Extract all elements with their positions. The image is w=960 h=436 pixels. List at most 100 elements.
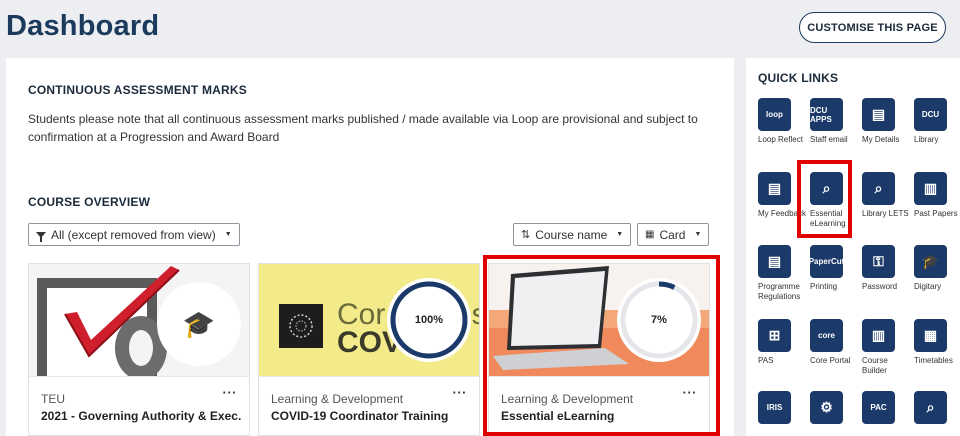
quick-link-icon-text: DCU (921, 110, 940, 119)
quick-link-item[interactable]: ⌕ Library LETS (862, 172, 914, 219)
iris-icon[interactable]: IRIS (758, 391, 791, 424)
quick-link-item[interactable]: ⊞ PAS (758, 319, 810, 366)
assessment-heading: CONTINUOUS ASSESSMENT MARKS (28, 83, 247, 97)
core-icon[interactable]: core (810, 319, 843, 352)
quick-links-heading: QUICK LINKS (758, 71, 839, 85)
quick-link-item[interactable]: loop Loop Reflect (758, 98, 810, 145)
quick-link-item[interactable]: ▤ My Feedback (758, 172, 810, 219)
dcu-library-icon[interactable]: DCU (914, 98, 947, 131)
course-category: TEU (41, 392, 65, 406)
chart-search-icon[interactable]: ⌕ (810, 172, 843, 205)
caret-down-icon: ▼ (616, 231, 624, 238)
course-menu-button[interactable]: ··· (683, 385, 698, 400)
chart-search-icon[interactable]: ⌕ (862, 172, 895, 205)
course-category: Learning & Development (501, 392, 634, 406)
course-name[interactable]: COVID-19 Coordinator Training (271, 409, 471, 423)
quick-link-label[interactable]: Library (914, 135, 960, 145)
customise-page-button[interactable]: CUSTOMISE THIS PAGE (799, 12, 946, 43)
quick-link-label[interactable]: Password (862, 282, 914, 292)
quick-link-icon-text: PaperCut (810, 257, 843, 266)
graduation-cap-icon: 🎓 (182, 308, 216, 339)
course-menu-button[interactable]: ··· (223, 385, 238, 400)
main-panel: CONTINUOUS ASSESSMENT MARKS Students ple… (6, 58, 734, 436)
course-logo (279, 304, 323, 348)
caret-down-icon: ▼ (694, 231, 702, 238)
course-name[interactable]: 2021 - Governing Authority & Exec... (41, 409, 241, 423)
sort-dropdown[interactable]: ⇅ Course name ▼ (513, 223, 632, 246)
quick-link-label[interactable]: Printing (810, 282, 862, 292)
course-card[interactable]: 🎓 TEU ··· 2021 - Governing Authority & E… (28, 263, 250, 436)
course-overview-heading: COURSE OVERVIEW (28, 195, 151, 209)
quick-link-label[interactable]: My Feedback (758, 209, 810, 219)
course-name[interactable]: Essential eLearning (501, 409, 701, 423)
filter-dropdown[interactable]: All (except removed from view) ▼ (28, 223, 240, 246)
quick-link-item[interactable]: ⚙ (810, 391, 862, 428)
quick-link-icon-text: DCU APPS (810, 105, 832, 124)
course-placeholder-badge: 🎓 (157, 282, 241, 366)
chart-search-icon[interactable]: ⌕ (914, 391, 947, 424)
progress-percent: 7% (651, 314, 667, 326)
sort-label: Course name (535, 227, 608, 242)
course-menu-button[interactable]: ··· (453, 385, 468, 400)
quick-link-icon-text: PAC (870, 403, 887, 412)
quick-link-item[interactable]: ⌕ (914, 391, 960, 428)
quick-link-item[interactable]: 🎓 Digitary (914, 245, 960, 292)
pac-icon[interactable]: PAC (862, 391, 895, 424)
quick-link-item[interactable]: ▦ Timetables (914, 319, 960, 366)
view-dropdown[interactable]: ▦ Card ▼ (637, 223, 710, 246)
quick-link-label[interactable]: Core Portal (810, 356, 862, 366)
quick-link-icon-text: loop (766, 110, 783, 119)
quick-link-item[interactable]: IRIS (758, 391, 810, 428)
regulations-icon[interactable]: ▤ (758, 245, 791, 278)
feedback-document-icon[interactable]: ▤ (758, 172, 791, 205)
progress-ring: 7% (617, 278, 701, 362)
course-image: 🎓 (29, 264, 249, 376)
quick-link-item[interactable]: ▤ Programme Regulations (758, 245, 810, 302)
progress-percent: 100% (414, 314, 444, 326)
quick-link-item[interactable]: DCU APPS Staff email (810, 98, 862, 145)
quick-link-label[interactable]: Staff email (810, 135, 862, 145)
quick-link-label[interactable]: Loop Reflect (758, 135, 810, 145)
password-icon[interactable]: ⚿ (862, 245, 895, 278)
quick-link-label[interactable]: Library LETS (862, 209, 914, 219)
caret-down-icon: ▼ (224, 231, 232, 238)
quick-link-item[interactable]: ▥ Course Builder (862, 319, 914, 376)
page-title: Dashboard (6, 10, 160, 42)
quick-link-label[interactable]: Past Papers (914, 209, 960, 219)
view-label: Card (659, 227, 686, 242)
quick-link-label[interactable]: Timetables (914, 356, 960, 366)
calendar-icon[interactable]: ▦ (914, 319, 947, 352)
document-settings-icon[interactable]: ⚙ (810, 391, 843, 424)
course-card[interactable]: Cor us COV 100% Learning & Development ·… (258, 263, 480, 436)
org-chart-icon[interactable]: ⊞ (758, 319, 791, 352)
staff-email-icon[interactable]: DCU APPS (810, 98, 843, 131)
loop-reflect-icon[interactable]: loop (758, 98, 791, 131)
quick-link-item[interactable]: ⌕ Essential eLearning (810, 172, 862, 229)
quick-link-item[interactable]: PAC (862, 391, 914, 428)
papercut-icon[interactable]: PaperCut (810, 245, 843, 278)
quick-link-label[interactable]: My Details (862, 135, 914, 145)
course-card[interactable]: 7% Learning & Development ··· Essential … (488, 263, 710, 436)
quick-link-item[interactable]: ⚿ Password (862, 245, 914, 292)
course-builder-icon[interactable]: ▥ (862, 319, 895, 352)
quick-links-panel: QUICK LINKS loop Loop Reflect DCU APPS Staf… (746, 58, 960, 436)
quick-link-item[interactable]: DCU Library (914, 98, 960, 145)
quick-link-icon-text: IRIS (766, 403, 783, 412)
quick-link-item[interactable]: ▤ My Details (862, 98, 914, 145)
quick-link-item[interactable]: PaperCut Printing (810, 245, 862, 292)
papers-icon[interactable]: ▥ (914, 172, 947, 205)
graduation-cap-icon[interactable]: 🎓 (914, 245, 947, 278)
sort-icon: ⇅ (521, 229, 531, 241)
course-category: Learning & Development (271, 392, 404, 406)
filter-label: All (except removed from view) (51, 227, 216, 242)
quick-link-label[interactable]: Essential eLearning (810, 209, 862, 229)
quick-link-item[interactable]: ▥ Past Papers (914, 172, 960, 219)
id-card-icon[interactable]: ▤ (862, 98, 895, 131)
quick-link-label[interactable]: Course Builder (862, 356, 914, 376)
course-image: 7% (489, 264, 709, 376)
quick-link-label[interactable]: PAS (758, 356, 810, 366)
quick-link-icon-text: core (818, 331, 835, 340)
quick-link-label[interactable]: Digitary (914, 282, 960, 292)
quick-link-label[interactable]: Programme Regulations (758, 282, 810, 302)
quick-link-item[interactable]: core Core Portal (810, 319, 862, 366)
